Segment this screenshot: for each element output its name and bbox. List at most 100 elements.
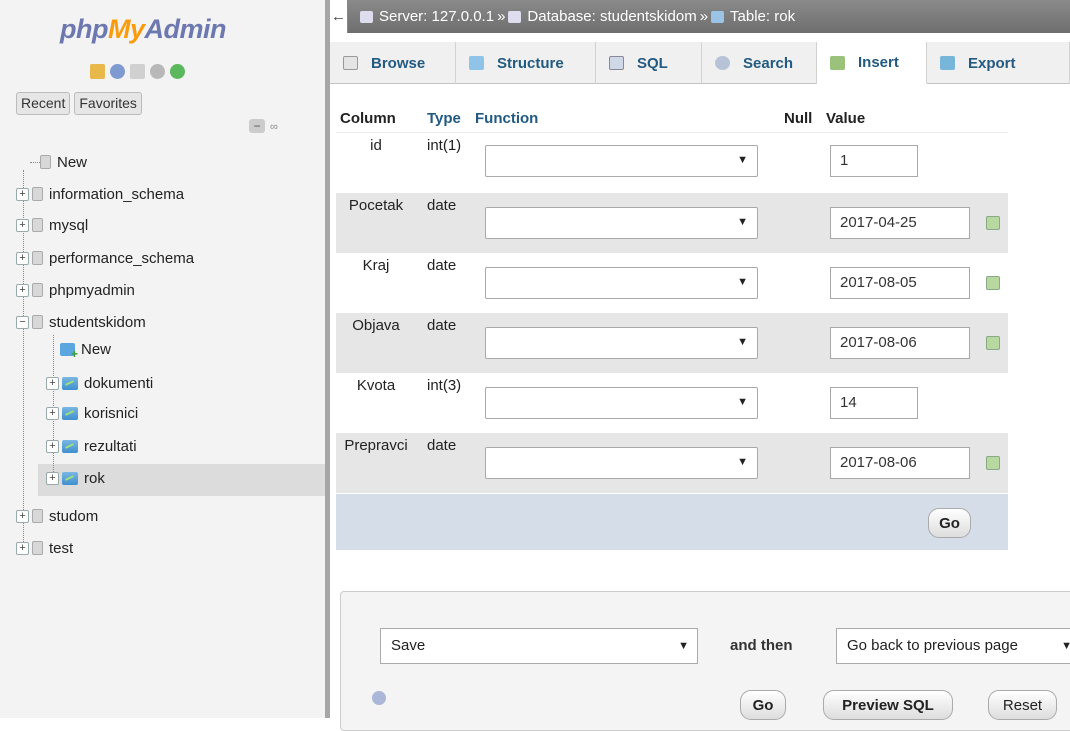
go-button-bottom[interactable]: Go [740, 690, 786, 720]
tree-item-label: korisnici [84, 404, 139, 422]
tree-item-studom[interactable]: + studom [16, 503, 98, 529]
column-name: id [370, 137, 382, 154]
phpmyadmin-logo[interactable]: phpMyAdmin [60, 14, 226, 45]
value-input[interactable]: 2017-08-06 [830, 447, 970, 479]
tab-browse[interactable]: Browse [330, 42, 456, 84]
tab-insert[interactable]: Insert [817, 42, 927, 84]
expand-icon[interactable]: + [46, 406, 59, 420]
collapse-icon[interactable]: − [16, 315, 29, 329]
header-function: Function [475, 110, 539, 127]
recent-tab[interactable]: Recent [16, 92, 71, 115]
function-select[interactable] [485, 207, 758, 239]
breadcrumb-server[interactable]: Server: 127.0.0.1 [379, 8, 494, 25]
column-type: date [427, 257, 457, 274]
table-row: id int(1) 1 [336, 133, 1008, 193]
tree-item-label: studentskidom [49, 313, 146, 331]
header-null: Null [784, 110, 813, 127]
save-mode-select[interactable]: Save [380, 628, 698, 664]
database-icon [32, 315, 43, 329]
database-icon [32, 283, 43, 297]
function-select[interactable] [485, 327, 758, 359]
tab-export[interactable]: Export [927, 42, 1070, 84]
new-database-icon [40, 155, 51, 169]
tree-item-dokumenti[interactable]: + dokumenti [46, 370, 153, 396]
tree-item-label: performance_schema [49, 249, 195, 267]
tree-item-rok[interactable]: + rok [46, 465, 105, 491]
expand-icon[interactable]: + [16, 283, 29, 297]
value-input[interactable]: 14 [830, 387, 918, 419]
export-icon [940, 56, 955, 70]
tree-item-performance-schema[interactable]: + performance_schema [16, 245, 194, 271]
table-row: Kraj date 2017-08-05 [336, 253, 1008, 313]
main-content: ← Server: 127.0.0.1 » Database: students… [330, 0, 1070, 731]
preview-sql-button[interactable]: Preview SQL [823, 690, 953, 720]
calendar-icon[interactable] [986, 216, 1000, 230]
table-icon [62, 439, 78, 453]
collapse-all-icon[interactable]: − [249, 119, 265, 133]
logout-icon[interactable] [110, 64, 125, 79]
expand-icon[interactable]: + [46, 439, 59, 453]
go-button[interactable]: Go [928, 508, 971, 538]
expand-icon[interactable]: + [16, 509, 29, 523]
tab-search[interactable]: Search [702, 42, 817, 84]
settings-gear-icon[interactable] [150, 64, 165, 79]
reset-button[interactable]: Reset [988, 690, 1057, 720]
help-icon[interactable] [372, 691, 386, 705]
column-type: int(1) [427, 137, 462, 154]
favorites-tab[interactable]: Favorites [74, 92, 142, 115]
expand-icon[interactable]: + [16, 187, 29, 201]
expand-icon[interactable]: + [46, 471, 59, 485]
reload-icon[interactable] [170, 64, 185, 79]
calendar-icon[interactable] [986, 336, 1000, 350]
function-select[interactable] [485, 145, 758, 177]
tree-item-korisnici[interactable]: + korisnici [46, 400, 138, 426]
after-insert-fieldset: Save and then Go back to previous page G… [340, 591, 1070, 731]
expand-icon[interactable]: + [16, 218, 29, 232]
expand-icon[interactable]: + [16, 541, 29, 555]
tree-item-rezultati[interactable]: + rezultati [46, 433, 137, 459]
breadcrumb-database[interactable]: Database: studentskidom [527, 8, 696, 25]
search-icon [715, 56, 730, 70]
function-select[interactable] [485, 447, 758, 479]
tab-sql[interactable]: SQL [596, 42, 702, 84]
calendar-icon[interactable] [986, 456, 1000, 470]
quick-links [90, 64, 185, 79]
expand-icon[interactable]: + [16, 251, 29, 265]
breadcrumb-table[interactable]: Table: rok [730, 8, 795, 25]
column-name: Pocetak [348, 197, 404, 214]
database-icon [32, 187, 43, 201]
link-with-main-icon[interactable]: ∞ [270, 121, 278, 133]
value-input[interactable]: 2017-08-06 [830, 327, 970, 359]
home-icon[interactable] [90, 64, 105, 79]
after-insert-select[interactable]: Go back to previous page [836, 628, 1070, 664]
breadcrumb: Server: 127.0.0.1 » Database: studentski… [348, 8, 795, 25]
column-name: Kraj [362, 257, 390, 274]
sql-icon [609, 56, 624, 70]
collapse-nav-arrow-icon[interactable]: ← [330, 0, 348, 33]
tree-new-database[interactable]: New [30, 149, 87, 175]
calendar-icon[interactable] [986, 276, 1000, 290]
form-submit-row: Go [336, 494, 1008, 550]
tree-item-information-schema[interactable]: + information_schema [16, 181, 184, 207]
column-type: date [427, 197, 457, 214]
tree-item-phpmyadmin[interactable]: + phpmyadmin [16, 277, 135, 303]
table-row: Objava date 2017-08-06 [336, 313, 1008, 373]
server-icon [360, 10, 373, 23]
column-name: Prepravci [344, 437, 408, 454]
tab-structure[interactable]: Structure [456, 42, 596, 84]
value-input[interactable]: 1 [830, 145, 918, 177]
value-input[interactable]: 2017-04-25 [830, 207, 970, 239]
function-select[interactable] [485, 267, 758, 299]
table-row: Pocetak date 2017-04-25 [336, 193, 1008, 253]
tree-item-mysql[interactable]: + mysql [16, 212, 88, 238]
tree-item-test[interactable]: + test [16, 535, 73, 561]
docs-icon[interactable] [130, 64, 145, 79]
tree-item-label: rok [84, 469, 105, 487]
tree-item-new-table[interactable]: New [60, 336, 111, 362]
expand-icon[interactable]: + [46, 376, 59, 390]
database-icon [32, 509, 43, 523]
tree-item-studentskidom[interactable]: − studentskidom [16, 309, 146, 335]
value-input[interactable]: 2017-08-05 [830, 267, 970, 299]
function-select[interactable] [485, 387, 758, 419]
new-table-icon [60, 342, 78, 361]
